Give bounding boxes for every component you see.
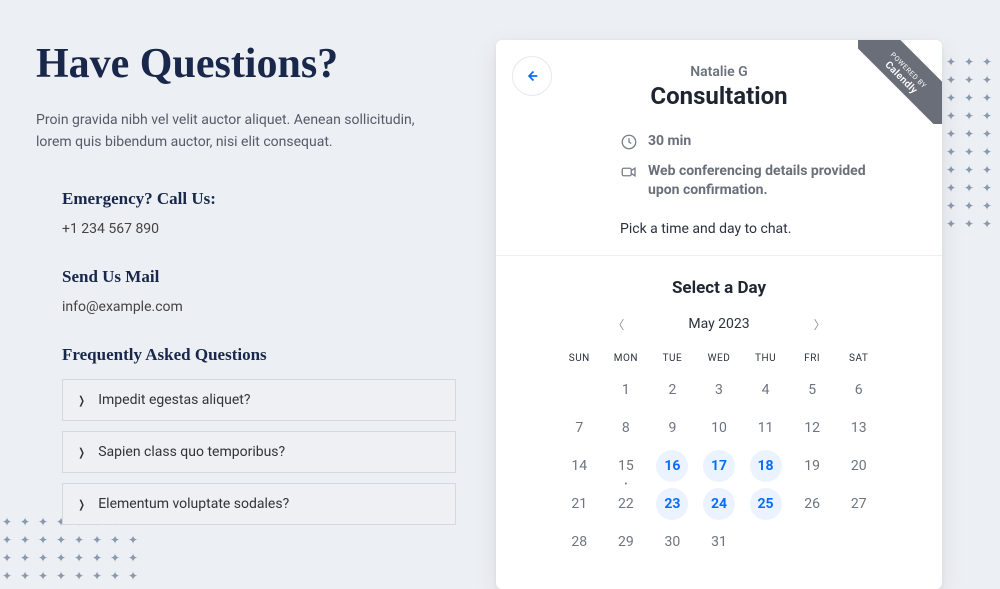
calendar-day[interactable]: 18 xyxy=(750,450,782,482)
calendar-day: 11 xyxy=(742,412,789,444)
calendar-empty xyxy=(835,526,882,558)
faq-title: Frequently Asked Questions xyxy=(62,345,456,365)
month-label: May 2023 xyxy=(688,316,749,332)
powered-by-ribbon[interactable]: POWERED BY Calendly xyxy=(858,40,942,124)
faq-question: Elementum voluptate sodales? xyxy=(98,496,289,512)
conference-text: Web conferencing details provided upon c… xyxy=(648,162,878,201)
calendar-empty xyxy=(742,526,789,558)
arrow-left-icon xyxy=(523,67,541,85)
mail-title: Send Us Mail xyxy=(62,267,456,287)
weekday-label: FRI xyxy=(789,353,836,364)
calendar-day: 28 xyxy=(556,526,603,558)
calendar-day: 2 xyxy=(649,374,696,406)
calendar-day[interactable]: 16 xyxy=(656,450,688,482)
faq-item[interactable]: ❯ Impedit egestas aliquet? xyxy=(62,379,456,421)
calendar-day[interactable]: 23 xyxy=(656,488,688,520)
page-heading: Have Questions? xyxy=(36,40,456,88)
divider xyxy=(496,255,942,256)
back-button[interactable] xyxy=(512,56,552,96)
faq-block: Frequently Asked Questions ❯ Impedit eges… xyxy=(36,345,456,525)
calendar-day[interactable]: 25 xyxy=(750,488,782,520)
video-icon xyxy=(620,163,638,181)
calendar-day: 4 xyxy=(742,374,789,406)
faq-item[interactable]: ❯ Elementum voluptate sodales? xyxy=(62,483,456,525)
event-title: Consultation xyxy=(522,82,916,110)
calendar-day: 3 xyxy=(696,374,743,406)
weekday-label: MON xyxy=(603,353,650,364)
faq-question: Sapien class quo temporibus? xyxy=(98,444,285,460)
calendar-day: 30 xyxy=(649,526,696,558)
calendar-empty xyxy=(789,526,836,558)
select-day-heading: Select a Day xyxy=(522,278,916,298)
calendar-day: 31 xyxy=(696,526,743,558)
calendar-day: 20 xyxy=(835,450,882,482)
calendar-day: 15• xyxy=(603,450,650,482)
phone-number: +1 234 567 890 xyxy=(62,221,456,237)
calendar-day: 5 xyxy=(789,374,836,406)
powered-by-brand: Calendly xyxy=(858,40,942,124)
duration-text: 30 min xyxy=(648,132,691,152)
email-address: info@example.com xyxy=(62,299,456,315)
calendar-day: 19 xyxy=(789,450,836,482)
weekday-header: SUNMONTUEWEDTHUFRISAT xyxy=(556,353,882,364)
weekday-label: SAT xyxy=(835,353,882,364)
calendar-empty xyxy=(556,374,603,406)
clock-icon xyxy=(620,133,638,151)
calendar-day: 13 xyxy=(835,412,882,444)
calendar-day: 6 xyxy=(835,374,882,406)
host-name: Natalie G xyxy=(522,64,916,80)
emergency-block: Emergency? Call Us: +1 234 567 890 xyxy=(36,189,456,237)
faq-item[interactable]: ❯ Sapien class quo temporibus? xyxy=(62,431,456,473)
calendar-day: 10 xyxy=(696,412,743,444)
chevron-right-icon: ❯ xyxy=(78,394,84,407)
calendar-grid: 123456789101112131415•161718192021222324… xyxy=(556,374,882,558)
chevron-right-icon: ❯ xyxy=(78,446,84,459)
calendar-day: 21 xyxy=(556,488,603,520)
calendar-day[interactable]: 17 xyxy=(703,450,735,482)
mail-block: Send Us Mail info@example.com xyxy=(36,267,456,315)
calendar-day: 1 xyxy=(603,374,650,406)
faq-question: Impedit egestas aliquet? xyxy=(98,392,250,408)
chevron-right-icon: ❯ xyxy=(78,498,84,511)
weekday-label: WED xyxy=(696,353,743,364)
calendar-day[interactable]: 24 xyxy=(703,488,735,520)
calendar-day: 27 xyxy=(835,488,882,520)
calendar-day: 22 xyxy=(603,488,650,520)
weekday-label: TUE xyxy=(649,353,696,364)
weekday-label: THU xyxy=(742,353,789,364)
calendar-day: 7 xyxy=(556,412,603,444)
calendar-day: 12 xyxy=(789,412,836,444)
emergency-title: Emergency? Call Us: xyxy=(62,189,456,209)
duration-row: 30 min xyxy=(620,132,916,152)
intro-text: Proin gravida nibh vel velit auctor aliq… xyxy=(36,110,436,153)
scheduling-widget: POWERED BY Calendly Natalie G Consultati… xyxy=(496,40,942,589)
next-month-button[interactable]: 〉 xyxy=(810,312,830,337)
calendar-day: 14 xyxy=(556,450,603,482)
calendar-day: 8 xyxy=(603,412,650,444)
prev-month-button[interactable]: 〈 xyxy=(608,312,628,337)
weekday-label: SUN xyxy=(556,353,603,364)
calendar-day: 9 xyxy=(649,412,696,444)
calendar-day: 26 xyxy=(789,488,836,520)
prompt-text: Pick a time and day to chat. xyxy=(620,221,916,237)
contact-panel: Have Questions? Proin gravida nibh vel v… xyxy=(36,40,456,589)
calendar-day: 29 xyxy=(603,526,650,558)
conference-row: Web conferencing details provided upon c… xyxy=(620,162,916,201)
